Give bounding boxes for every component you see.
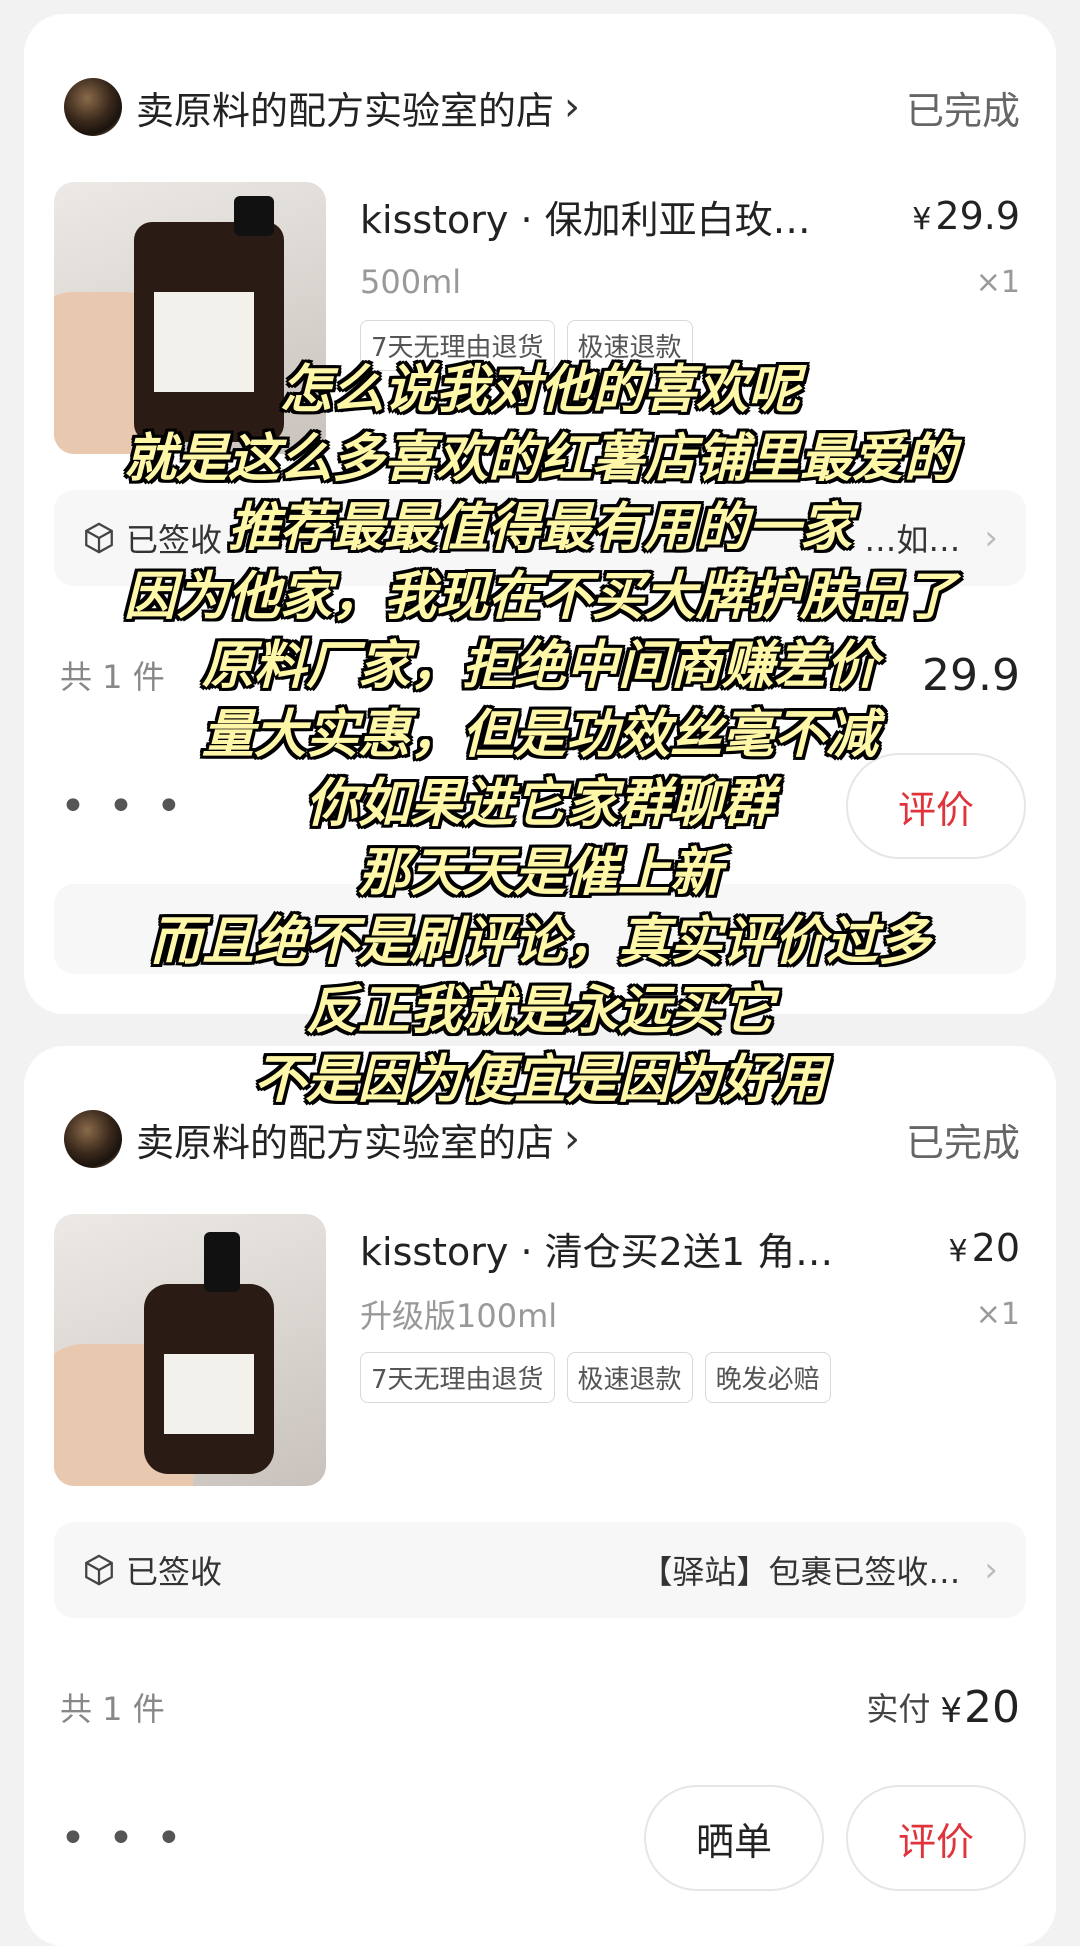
product-image[interactable] xyxy=(54,1214,326,1486)
chevron-right-icon: › xyxy=(984,1550,998,1590)
shop-avatar xyxy=(64,1110,122,1168)
service-tag: 7天无理由退货 xyxy=(360,320,555,371)
chevron-right-icon: › xyxy=(564,1116,581,1162)
service-tag: 极速退款 xyxy=(566,320,693,371)
product-price: ¥20 xyxy=(949,1226,1020,1270)
product-spec: 500ml xyxy=(360,263,462,301)
shop-header[interactable]: 卖原料的配方实验室的店 › 已完成 xyxy=(64,1096,1020,1182)
shop-name[interactable]: 卖原料的配方实验室的店 xyxy=(136,80,554,135)
service-tags: 7天无理由退货 极速退款 xyxy=(360,320,693,371)
more-icon[interactable]: • • • xyxy=(60,781,186,832)
review-prompt-strip[interactable] xyxy=(54,884,1026,974)
paid-label: 实付 xyxy=(866,1690,931,1728)
chevron-right-icon: › xyxy=(564,84,581,130)
currency-symbol: ¥ xyxy=(948,1234,968,1269)
logistics-status: 已签收 xyxy=(126,521,223,559)
price-value: 29.9 xyxy=(935,194,1020,238)
review-button[interactable]: 评价 xyxy=(846,753,1026,859)
shop-name[interactable]: 卖原料的配方实验室的店 xyxy=(136,1112,554,1167)
product-title[interactable]: kisstory · 保加利亚白玫… xyxy=(360,189,892,244)
service-tag: 7天无理由退货 xyxy=(360,1352,555,1403)
chevron-right-icon: › xyxy=(984,518,998,558)
currency-symbol: ¥ xyxy=(912,202,932,237)
more-icon[interactable]: • • • xyxy=(60,1813,186,1864)
product-title[interactable]: kisstory · 清仓买2送1 角… xyxy=(360,1221,929,1276)
product-qty: ×1 xyxy=(975,264,1020,300)
paid-value: 20 xyxy=(964,1681,1020,1733)
item-count: 共 1 件 xyxy=(60,658,165,696)
review-button[interactable]: 评价 xyxy=(846,1785,1026,1891)
logistics-detail: …如… xyxy=(864,521,961,559)
item-count: 共 1 件 xyxy=(60,1690,165,1728)
service-tags: 7天无理由退货 极速退款 晚发必赔 xyxy=(360,1352,831,1403)
package-icon xyxy=(85,1554,113,1586)
order-card[interactable]: 卖原料的配方实验室的店 › 已完成 kisstory · 保加利亚白玫… ¥29… xyxy=(24,14,1056,1014)
logistics-status: 已签收 xyxy=(126,1553,223,1591)
logistics-row[interactable]: 已签收 …如… › xyxy=(54,490,1026,586)
order-status: 已完成 xyxy=(905,88,1020,133)
order-card[interactable]: 卖原料的配方实验室的店 › 已完成 kisstory · 清仓买2送1 角… ¥… xyxy=(24,1046,1056,1946)
share-review-button[interactable]: 晒单 xyxy=(644,1785,824,1891)
currency-symbol: ¥ xyxy=(940,1690,962,1731)
package-icon xyxy=(85,522,113,554)
product-spec: 升级版100ml xyxy=(360,1297,558,1335)
shop-avatar xyxy=(64,78,122,136)
service-tag: 极速退款 xyxy=(566,1352,693,1403)
order-status: 已完成 xyxy=(905,1120,1020,1165)
shop-header[interactable]: 卖原料的配方实验室的店 › 已完成 xyxy=(64,64,1020,150)
logistics-row[interactable]: 已签收 【驿站】包裹已签收… › xyxy=(54,1522,1026,1618)
logistics-detail: 【驿站】包裹已签收… xyxy=(640,1553,961,1591)
product-qty: ×1 xyxy=(975,1296,1020,1332)
price-value: 20 xyxy=(971,1226,1020,1270)
product-price: ¥29.9 xyxy=(912,194,1020,238)
paid-amount: 29.9 xyxy=(922,649,1020,701)
paid-amount: ¥20 xyxy=(940,1682,1020,1733)
service-tag: 晚发必赔 xyxy=(704,1352,831,1403)
product-image[interactable] xyxy=(54,182,326,454)
